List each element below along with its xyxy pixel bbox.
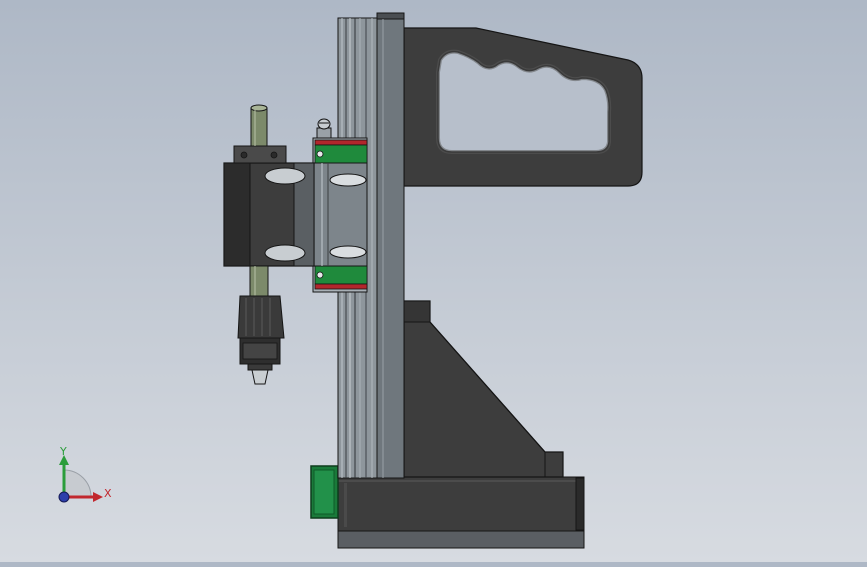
model-canvas[interactable]: Y X (0, 0, 867, 562)
linear-guide-carriage[interactable] (312, 137, 368, 293)
carry-handle-arm[interactable] (403, 27, 643, 187)
triad-plane (63, 469, 92, 498)
lower-shaft (249, 265, 269, 297)
chuck-tip (251, 369, 269, 385)
drill-base[interactable] (337, 476, 585, 549)
z-axis-dot (58, 491, 70, 503)
support-gusset (403, 300, 564, 478)
x-axis-label: X (104, 487, 112, 500)
axis-triad: Y X (58, 445, 112, 503)
spindle-housing[interactable] (223, 145, 315, 267)
chuck-body (237, 295, 285, 339)
drill-chuck[interactable] (237, 295, 285, 385)
column-back (376, 12, 405, 479)
upper-shaft (250, 104, 268, 147)
adjustment-screw[interactable] (316, 118, 332, 139)
3d-graphics-viewport[interactable]: Y X (0, 0, 867, 562)
power-switch[interactable] (310, 465, 339, 519)
base-plate (337, 476, 585, 532)
x-axis-arrowhead (93, 492, 103, 502)
base-plate-bottom (337, 529, 585, 549)
y-axis-label: Y (59, 445, 67, 458)
